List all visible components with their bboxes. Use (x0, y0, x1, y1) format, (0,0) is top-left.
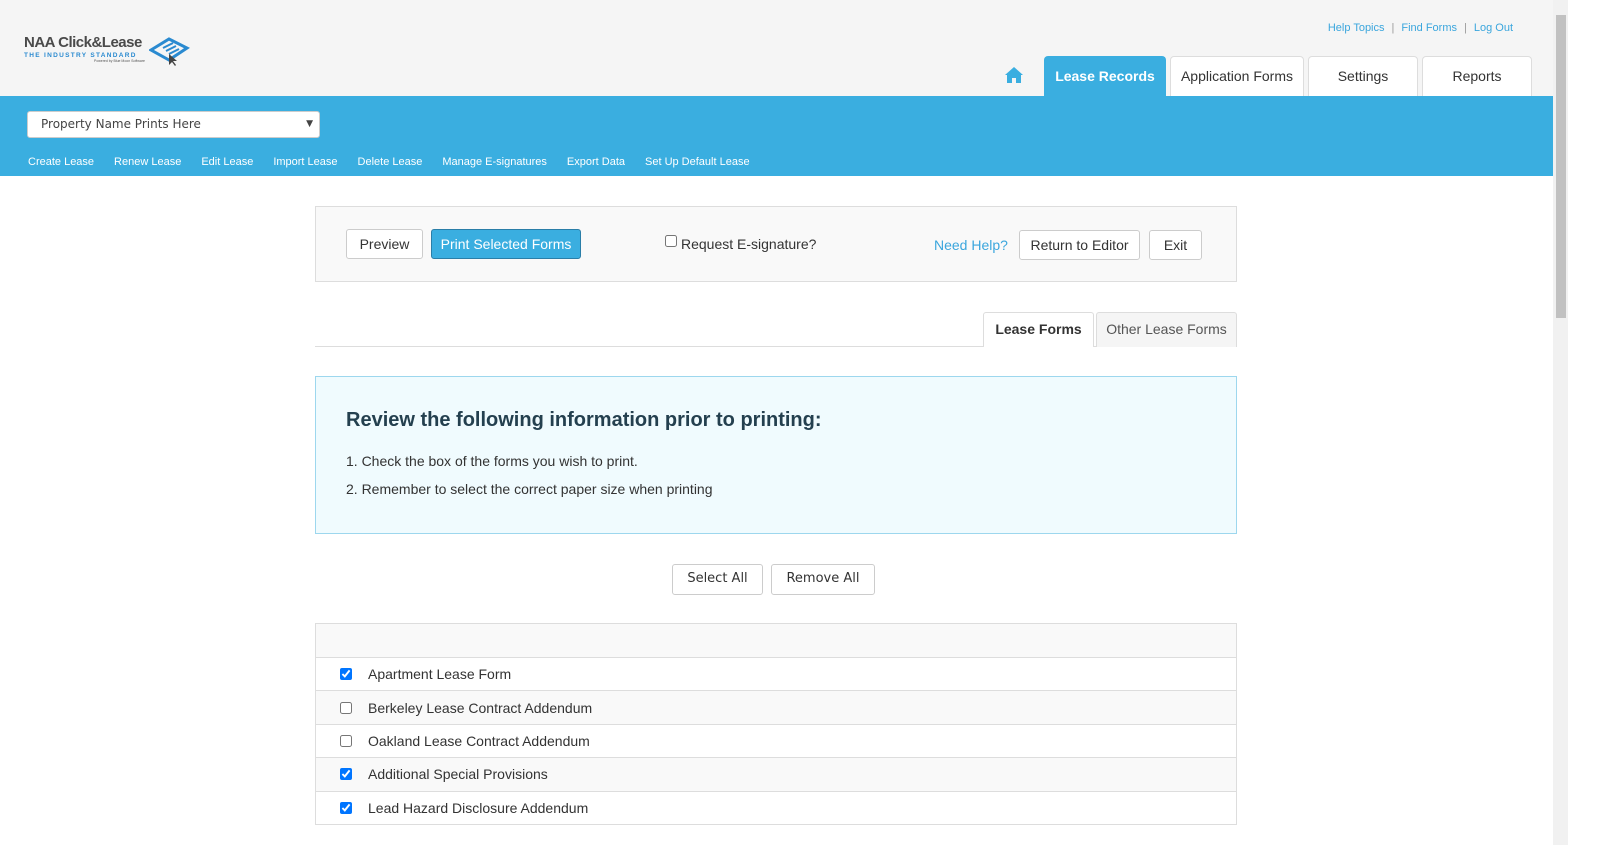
edit-lease-link[interactable]: Edit Lease (201, 156, 253, 168)
form-checkbox[interactable] (340, 801, 352, 814)
form-checkbox[interactable] (340, 734, 352, 747)
preview-button[interactable]: Preview (346, 229, 423, 259)
form-name: Lead Hazard Disclosure Addendum (368, 799, 589, 816)
help-topics-link[interactable]: Help Topics (1328, 22, 1385, 34)
form-name: Additional Special Provisions (368, 766, 548, 783)
table-row: Additional Special Provisions (316, 758, 1236, 792)
tab-reports[interactable]: Reports (1422, 56, 1532, 96)
lease-actions-nav: Create Lease Renew Lease Edit Lease Impo… (28, 156, 750, 168)
info-title: Review the following information prior t… (346, 409, 822, 431)
create-lease-link[interactable]: Create Lease (28, 156, 94, 168)
tab-other-lease-forms[interactable]: Other Lease Forms (1096, 312, 1237, 347)
table-row: Berkeley Lease Contract Addendum (316, 691, 1236, 725)
form-name: Apartment Lease Form (368, 666, 512, 683)
info-item: 1. Check the box of the forms you wish t… (346, 453, 638, 469)
table-row: Oakland Lease Contract Addendum (316, 724, 1236, 759)
exit-button[interactable]: Exit (1149, 230, 1202, 260)
need-help-link[interactable]: Need Help? (934, 237, 1008, 253)
find-forms-link[interactable]: Find Forms (1401, 22, 1457, 34)
print-selected-forms-button[interactable]: Print Selected Forms (431, 229, 581, 259)
table-row: Lead Hazard Disclosure Addendum (316, 791, 1236, 825)
delete-lease-link[interactable]: Delete Lease (358, 156, 423, 168)
logo-icon (149, 37, 190, 66)
return-to-editor-button[interactable]: Return to Editor (1019, 230, 1140, 260)
property-select-value: Property Name Prints Here (41, 117, 201, 131)
scrollbar-thumb[interactable] (1556, 15, 1566, 318)
table-header (316, 624, 1236, 658)
tab-application-forms[interactable]: Application Forms (1170, 56, 1304, 96)
table-row: Apartment Lease Form (316, 658, 1236, 692)
select-all-button[interactable]: Select All (672, 564, 763, 595)
request-esignature-checkbox[interactable] (665, 235, 677, 247)
import-lease-link[interactable]: Import Lease (273, 156, 337, 168)
property-select[interactable]: Property Name Prints Here ▼ (27, 111, 320, 138)
tab-settings[interactable]: Settings (1308, 56, 1418, 96)
divider: | (1464, 22, 1467, 34)
remove-all-button[interactable]: Remove All (771, 564, 875, 595)
home-icon[interactable] (1004, 66, 1024, 84)
manage-esignatures-link[interactable]: Manage E-signatures (442, 156, 547, 168)
info-panel: Review the following information prior t… (315, 376, 1237, 534)
renew-lease-link[interactable]: Renew Lease (114, 156, 181, 168)
top-links: Help Topics | Find Forms | Log Out (1328, 22, 1513, 34)
logo[interactable]: NAA Click&Lease THE INDUSTRY STANDARD Po… (24, 34, 194, 70)
tab-lease-records[interactable]: Lease Records (1044, 56, 1166, 96)
export-data-link[interactable]: Export Data (567, 156, 625, 168)
form-checkbox[interactable] (340, 768, 352, 781)
header: NAA Click&Lease THE INDUSTRY STANDARD Po… (0, 0, 1553, 96)
log-out-link[interactable]: Log Out (1474, 22, 1513, 34)
forms-table: Apartment Lease Form Berkeley Lease Contr… (315, 623, 1237, 825)
form-checkbox[interactable] (340, 701, 352, 714)
info-list: 1. Check the box of the forms you wish t… (346, 453, 713, 509)
tab-lease-forms[interactable]: Lease Forms (983, 312, 1094, 347)
divider: | (1391, 22, 1395, 34)
print-toolbar: Preview Print Selected Forms Request E-s… (315, 206, 1237, 282)
request-esignature-label: Request E-signature? (681, 236, 817, 252)
caret-down-icon: ▼ (306, 119, 313, 129)
info-item: 2. Remember to select the correct paper … (346, 481, 713, 497)
form-name: Berkeley Lease Contract Addendum (368, 699, 593, 716)
request-esignature[interactable]: Request E-signature? (665, 235, 817, 252)
set-up-default-lease-link[interactable]: Set Up Default Lease (645, 156, 750, 168)
form-name: Oakland Lease Contract Addendum (368, 732, 590, 749)
form-checkbox[interactable] (340, 668, 352, 681)
